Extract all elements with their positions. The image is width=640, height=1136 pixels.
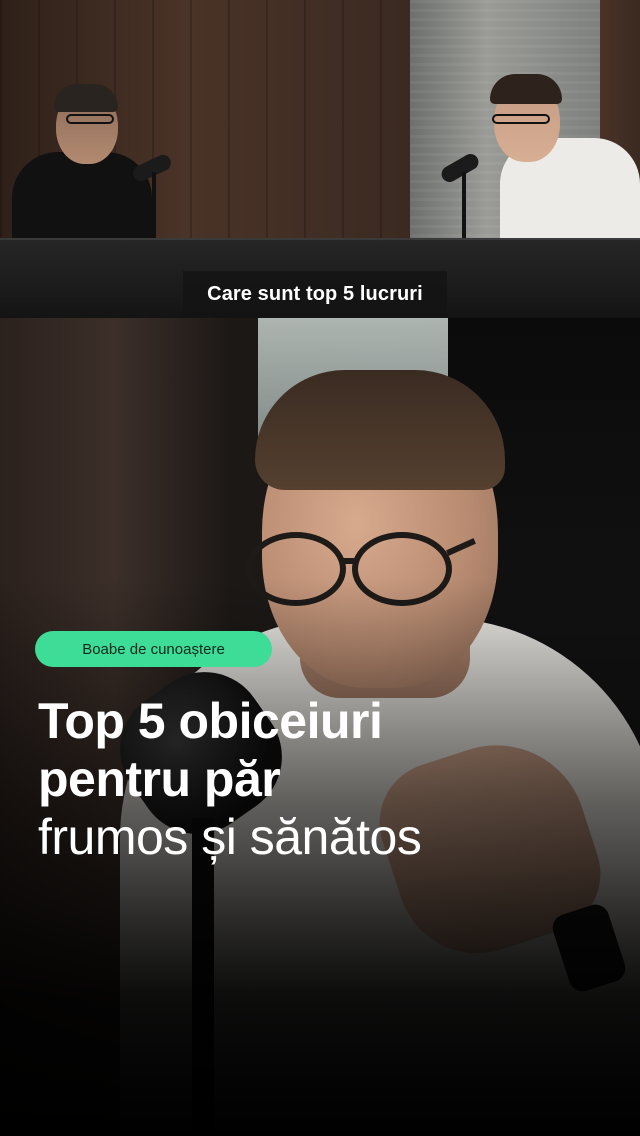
category-tag[interactable]: Boabe de cunoaștere [35, 631, 272, 667]
headline-line-1: Top 5 obiceiuri [38, 693, 383, 749]
subtitle-caption: Care sunt top 5 lucruri [183, 271, 447, 317]
headline: Top 5 obiceiuri pentru păr frumos și săn… [38, 692, 618, 866]
guest-hair [255, 370, 505, 490]
headline-line-2: pentru păr [38, 751, 281, 807]
headline-line-3: frumos și sănătos [38, 809, 422, 865]
